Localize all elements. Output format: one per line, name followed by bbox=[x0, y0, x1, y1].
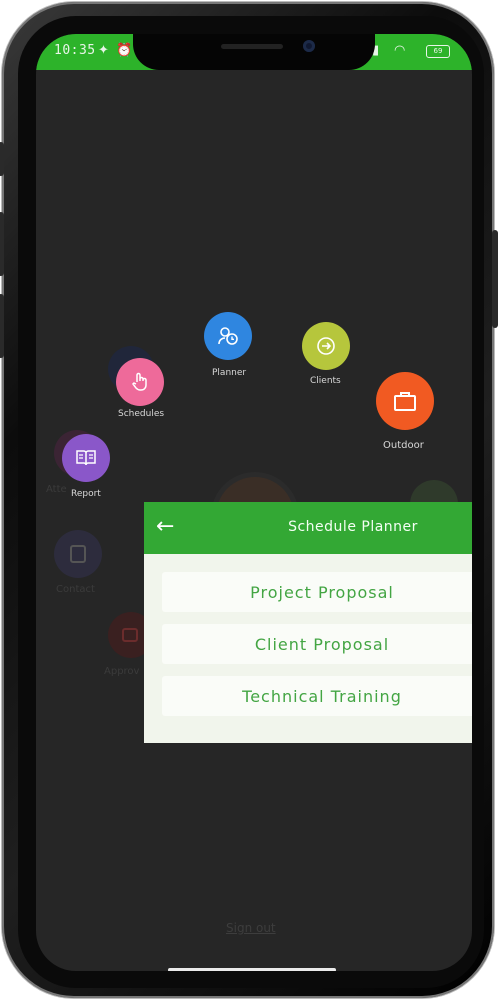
dialog-header: ← Schedule Planner bbox=[144, 502, 472, 554]
planner-label: Planner bbox=[212, 368, 247, 378]
report-label: Report bbox=[71, 489, 101, 499]
screen: 10:35 ✦ ⏰ ▮ ◠ 69 Contact Approv Atte Pla… bbox=[36, 34, 472, 971]
dialog-title: Schedule Planner bbox=[288, 519, 418, 535]
notification-icon: ✦ bbox=[98, 43, 109, 58]
wifi-icon: ◠ bbox=[394, 43, 406, 58]
report-button[interactable] bbox=[62, 434, 110, 482]
schedule-planner-dialog: ← Schedule Planner Project Proposal Clie… bbox=[144, 502, 472, 743]
briefcase-icon bbox=[394, 392, 416, 411]
home-indicator[interactable] bbox=[168, 968, 336, 971]
power-button bbox=[492, 230, 498, 328]
planner-button[interactable] bbox=[204, 312, 252, 360]
hand-pointer-icon bbox=[132, 372, 147, 391]
speaker bbox=[221, 44, 283, 49]
schedules-label: Schedules bbox=[118, 409, 165, 419]
clients-icon bbox=[317, 337, 335, 355]
outdoor-button[interactable] bbox=[376, 372, 434, 430]
sign-out-link[interactable]: Sign out bbox=[226, 921, 276, 935]
contact-label: Contact bbox=[56, 584, 95, 595]
clients-button[interactable] bbox=[302, 322, 350, 370]
volume-down-button bbox=[0, 294, 4, 358]
option-project-proposal[interactable]: Project Proposal bbox=[162, 572, 472, 612]
book-icon bbox=[76, 450, 96, 466]
front-camera bbox=[303, 40, 315, 52]
attendance-label: Atte bbox=[46, 484, 67, 495]
option-technical-training[interactable]: Technical Training bbox=[162, 676, 472, 716]
approval-icon bbox=[122, 628, 138, 642]
contact-button[interactable] bbox=[54, 530, 102, 578]
notch bbox=[133, 34, 375, 70]
battery-icon: 69 bbox=[426, 45, 450, 58]
mute-switch bbox=[0, 142, 4, 176]
option-client-proposal[interactable]: Client Proposal bbox=[162, 624, 472, 664]
outdoor-label: Outdoor bbox=[383, 440, 424, 451]
alarm-icon: ⏰ bbox=[116, 43, 133, 58]
contact-icon bbox=[70, 545, 86, 563]
volume-up-button bbox=[0, 212, 4, 276]
clients-label: Clients bbox=[310, 376, 341, 386]
status-time: 10:35 bbox=[54, 43, 96, 58]
approval-label: Approv bbox=[104, 666, 140, 677]
schedules-button[interactable] bbox=[116, 358, 164, 406]
planner-icon bbox=[218, 327, 238, 345]
